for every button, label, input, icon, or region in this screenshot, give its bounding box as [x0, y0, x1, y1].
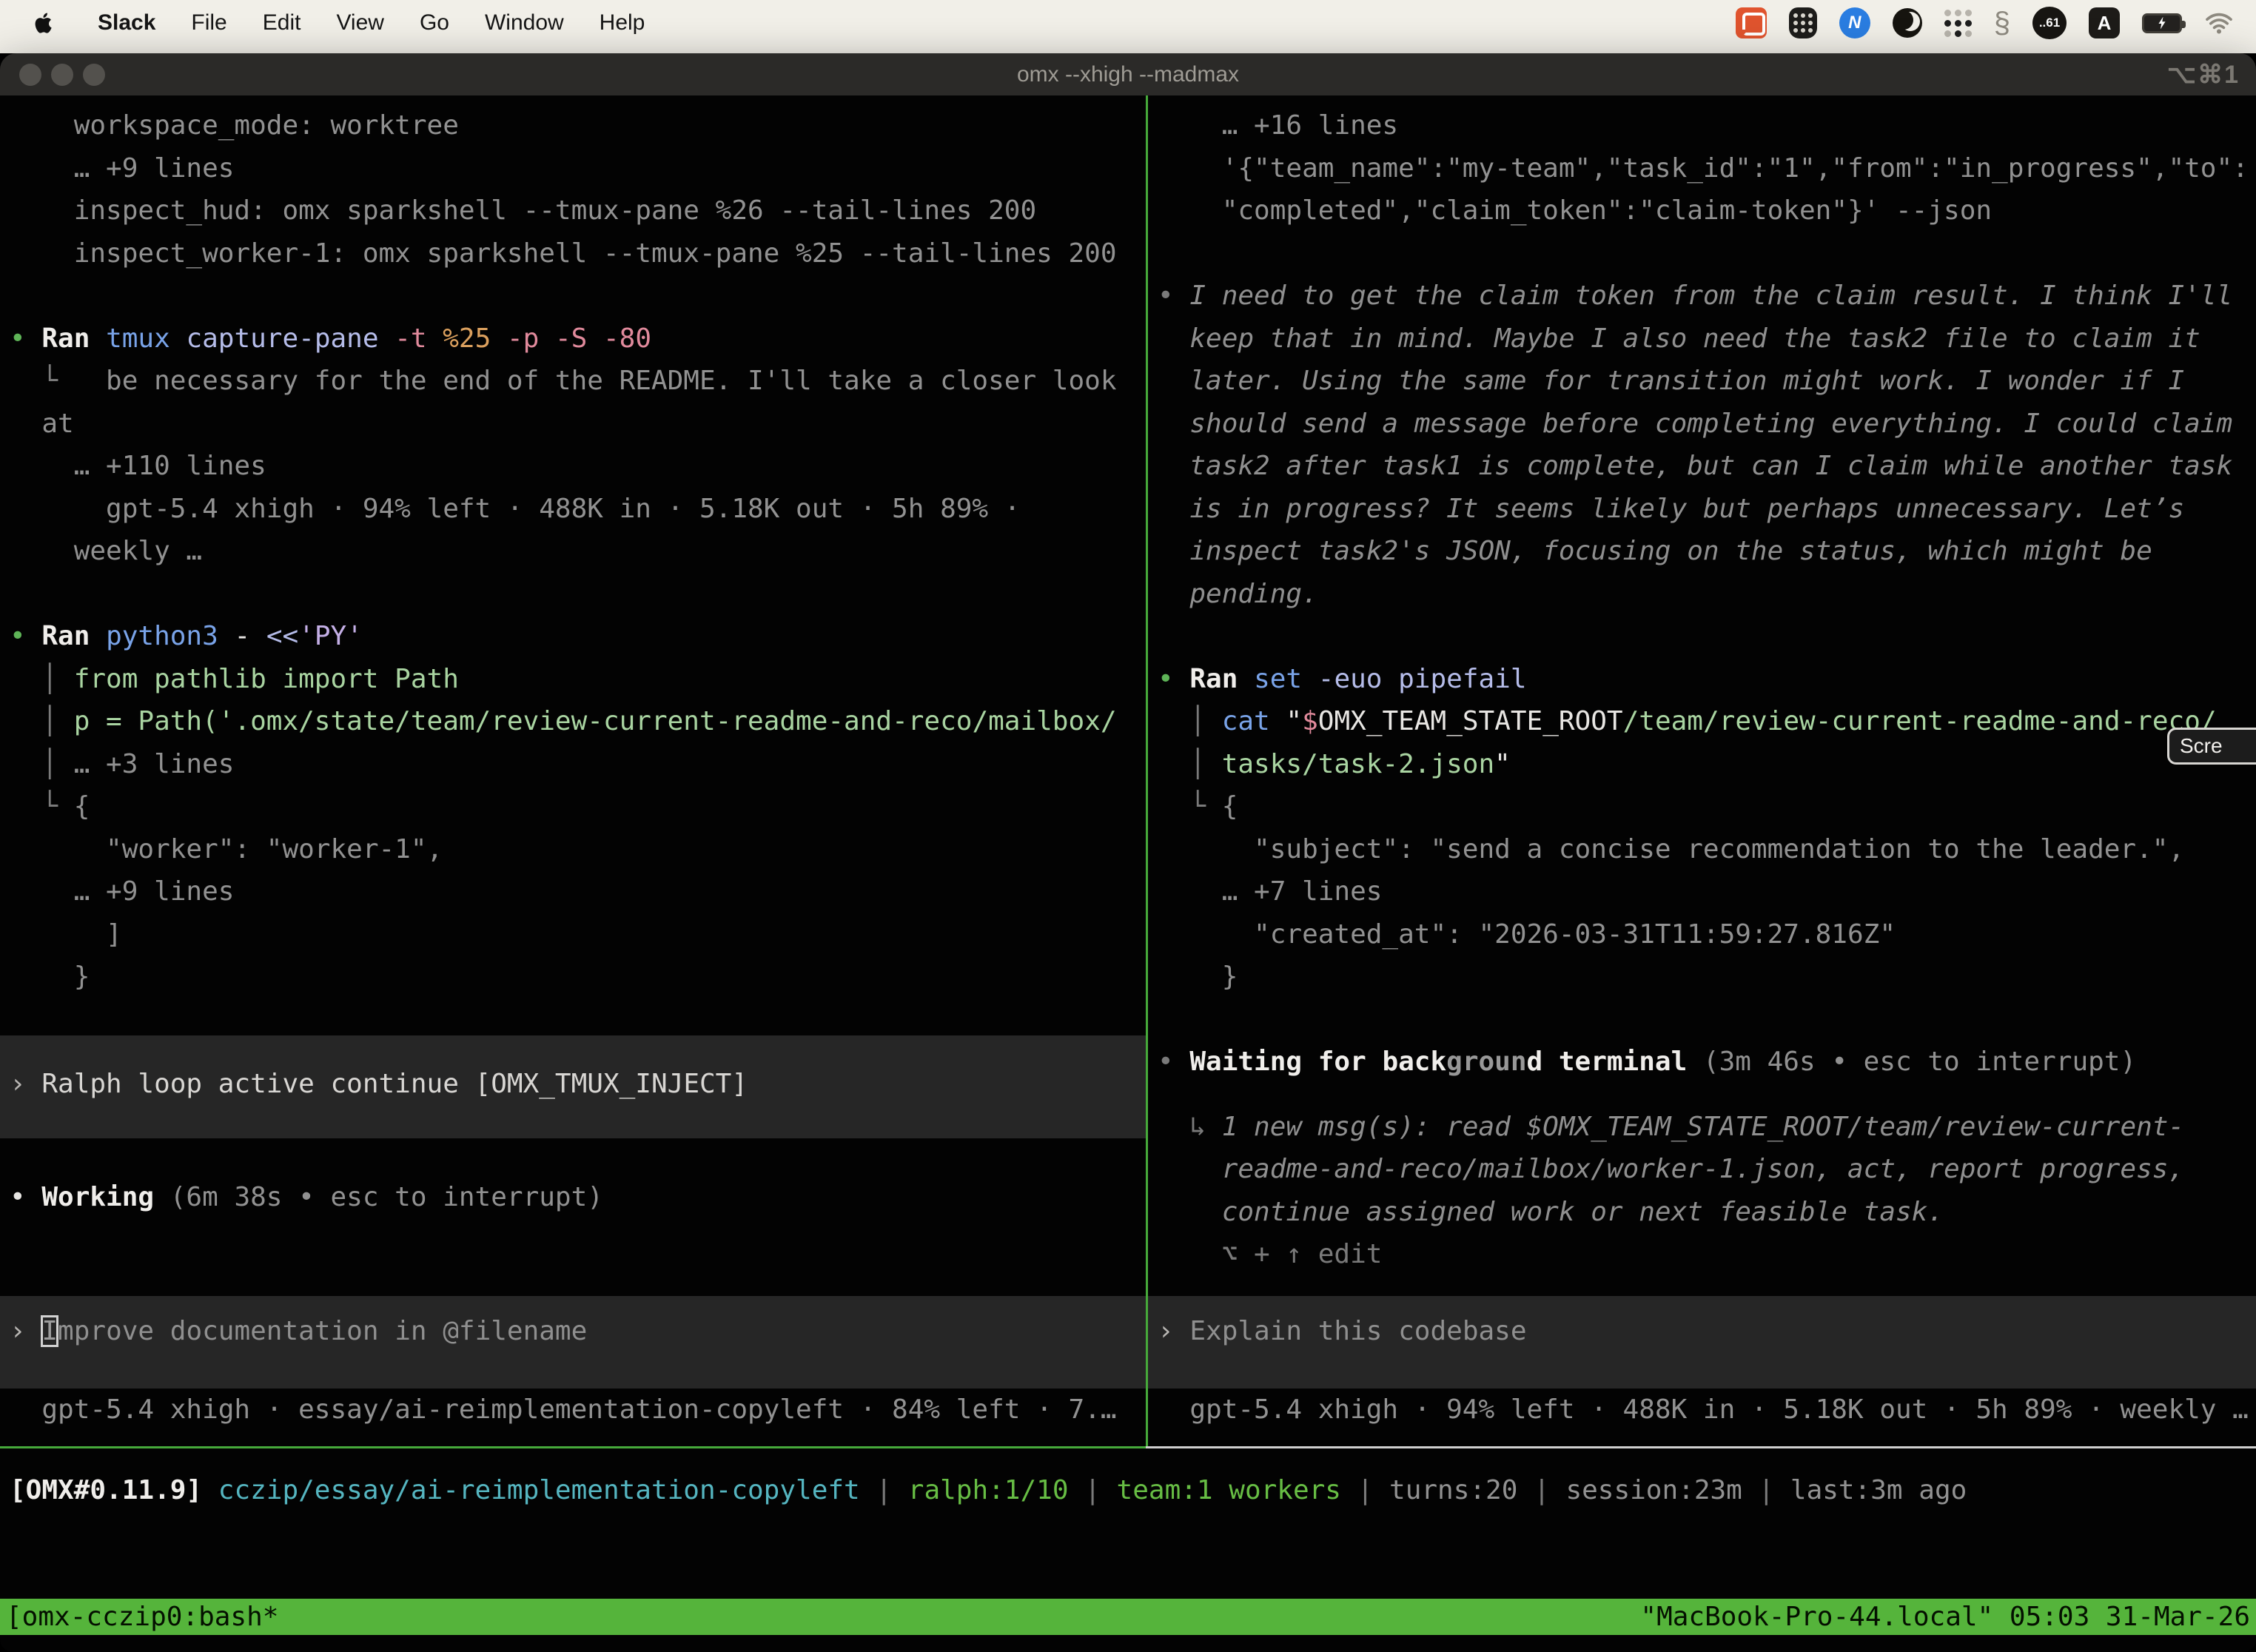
terminal-content: workspace_mode: worktree … +9 lines insp… [0, 95, 2256, 1652]
grid-dots-icon[interactable] [1944, 10, 1972, 37]
input-source-icon[interactable]: A [2089, 7, 2120, 38]
terminal-line: └ { [1158, 785, 2256, 828]
terminal-line: │ cat "$OMX_TEAM_STATE_ROOT/team/review-… [1158, 700, 2256, 743]
terminal-line: } [10, 956, 1146, 998]
terminal-line: readme-and-reco/mailbox/worker-1.json, a… [1158, 1148, 2256, 1191]
prompt-input[interactable]: › Improve documentation in @filename [0, 1296, 1146, 1389]
zoom-button[interactable] [83, 64, 105, 86]
ralph-loop-status-banner: › Ralph loop active continue [OMX_TMUX_I… [0, 1035, 1146, 1139]
window-title-bar[interactable]: omx --xhigh --madmax ⌥⌘1 [0, 53, 2256, 95]
menu-edit[interactable]: Edit [245, 10, 319, 36]
battery-icon[interactable] [2142, 13, 2182, 33]
terminal-line: is in progress? It seems likely but perh… [1158, 488, 2256, 531]
terminal-blank-line [10, 1138, 1146, 1176]
terminal-line: at [10, 403, 1146, 446]
terminal-line: "worker": "worker-1", [10, 828, 1146, 871]
terminal-line: "completed","claim_token":"claim-token"}… [1158, 189, 2256, 232]
terminal-line: … +9 lines [10, 870, 1146, 913]
terminal-line: '{"team_name":"my-team","task_id":"1","f… [1158, 147, 2256, 190]
terminal-line: should send a message before completing … [1158, 403, 2256, 446]
terminal-line: keep that in mind. Maybe I also need the… [1158, 318, 2256, 360]
terminal-line: pending. [1158, 573, 2256, 616]
assistant-thinking: • I need to get the claim token from the… [1158, 275, 2256, 318]
terminal-line: … +9 lines [10, 147, 1146, 190]
terminal-line: later. Using the same for transition mig… [1158, 360, 2256, 403]
menu-window[interactable]: Window [467, 10, 582, 36]
tmux-pane-right[interactable]: … +16 lines '{"team_name":"my-team","tas… [1148, 95, 2256, 1446]
menu-go[interactable]: Go [402, 10, 467, 36]
terminal-line: │ tasks/task-2.json" [1158, 743, 2256, 786]
terminal-blank-line [1158, 232, 2256, 275]
terminal-line: gpt-5.4 xhigh · 94% left · 488K in · 5.1… [10, 488, 1146, 531]
waiting-status: • Waiting for background terminal (3m 46… [1158, 1041, 2256, 1084]
tmux-pane-divider[interactable] [1146, 95, 1148, 1446]
terminal-line: … +7 lines [1158, 870, 2256, 913]
terminal-line: inspect_hud: omx sparkshell --tmux-pane … [10, 189, 1146, 232]
terminal-window: omx --xhigh --madmax ⌥⌘1 workspace_mode:… [0, 53, 2256, 1652]
terminal-blank-line [10, 275, 1146, 318]
command-ran-tmux-capture: • Ran tmux capture-pane -t %25 -p -S -80 [10, 318, 1146, 360]
terminal-line: "created_at": "2026-03-31T11:59:27.816Z" [1158, 913, 2256, 956]
pane-status-line: gpt-5.4 xhigh · essay/ai-reimplementatio… [10, 1389, 1146, 1431]
lightning-bolt-icon [2158, 17, 2167, 30]
right-pane-bottom-border [1146, 1446, 2256, 1448]
edit-hint: ⌥ + ↑ edit [1158, 1233, 2256, 1276]
terminal-blank-line [1158, 998, 2256, 1041]
terminal-blank-line [1158, 1084, 2256, 1106]
terminal-line: │ … +3 lines [10, 743, 1146, 786]
close-button[interactable] [19, 64, 41, 86]
tmux-session-label[interactable]: [omx-cczip0:bash* [6, 1596, 278, 1639]
omx-session-status-line: [OMX#0.11.9] cczip/essay/ai-reimplementa… [0, 1469, 2256, 1512]
vpn-icon[interactable]: N [1839, 7, 1870, 38]
terminal-line: … +16 lines [1158, 104, 2256, 147]
command-ran-python3: • Ran python3 - <<'PY' [10, 615, 1146, 658]
wifi-icon[interactable] [2204, 11, 2234, 35]
terminal-blank-line [10, 998, 1146, 1035]
macos-menu-bar: Slack File Edit View Go Window Help N § … [0, 0, 2256, 53]
terminal-blank-line [1158, 615, 2256, 658]
mailbox-notification: ↳ 1 new msg(s): read $OMX_TEAM_STATE_ROO… [1158, 1106, 2256, 1149]
battery-percent-badge[interactable]: ..61 [2032, 7, 2067, 39]
terminal-line: └ { [10, 785, 1146, 828]
terminal-line: task2 after task1 is complete, but can I… [1158, 445, 2256, 488]
tmux-host-and-clock: "MacBook-Pro-44.local" 05:03 31-Mar-26 [1640, 1596, 2250, 1639]
menu-file[interactable]: File [173, 10, 244, 36]
working-status: • Working (6m 38s • esc to interrupt) [10, 1176, 1146, 1219]
contrast-moon-icon[interactable] [1893, 8, 1922, 38]
terminal-line: … +110 lines [10, 445, 1146, 488]
terminal-blank-line [10, 573, 1146, 616]
left-pane-bottom-border [0, 1446, 1146, 1448]
slack-notification-icon[interactable] [1736, 7, 1767, 38]
tmux-status-bar: [omx-cczip0:bash* "MacBook-Pro-44.local"… [0, 1599, 2256, 1635]
menu-help[interactable]: Help [582, 10, 663, 36]
terminal-line: └ be necessary for the end of the README… [10, 360, 1146, 403]
window-title: omx --xhigh --madmax [1017, 62, 1239, 87]
terminal-line: } [1158, 956, 2256, 998]
terminal-line: │ from pathlib import Path [10, 658, 1146, 701]
menubar-status-icons: N § ..61 A [1736, 7, 2234, 39]
tmux-pane-left[interactable]: workspace_mode: worktree … +9 lines insp… [0, 95, 1146, 1446]
menu-view[interactable]: View [318, 10, 401, 36]
minimize-button[interactable] [51, 64, 73, 86]
terminal-line: inspect task2's JSON, focusing on the st… [1158, 530, 2256, 573]
terminal-blank-line [10, 1219, 1146, 1296]
window-shortcut-badge: ⌥⌘1 [2167, 60, 2240, 90]
terminal-line: "subject": "send a concise recommendatio… [1158, 828, 2256, 871]
terminal-line: workspace_mode: worktree [10, 104, 1146, 147]
menu-app-name[interactable]: Slack [80, 10, 173, 36]
terminal-line: inspect_worker-1: omx sparkshell --tmux-… [10, 232, 1146, 275]
command-ran-set-pipefail: • Ran set -euo pipefail [1158, 658, 2256, 701]
terminal-line: │ p = Path('.omx/state/team/review-curre… [10, 700, 1146, 743]
terminal-line: weekly … [10, 530, 1146, 573]
apple-menu-icon[interactable] [27, 11, 59, 35]
terminal-line: continue assigned work or next feasible … [1158, 1191, 2256, 1234]
terminal-blank-line [1158, 1276, 2256, 1296]
prompt-input[interactable]: › Explain this codebase [1148, 1296, 2256, 1389]
squiggle-icon[interactable]: § [1994, 8, 2010, 38]
traffic-light-buttons [19, 64, 105, 86]
keypad-shield-icon[interactable] [1789, 7, 1817, 38]
terminal-line: ] [10, 913, 1146, 956]
pane-status-line: gpt-5.4 xhigh · 94% left · 488K in · 5.1… [1158, 1389, 2256, 1431]
screen-tooltip: Scre [2167, 728, 2256, 765]
